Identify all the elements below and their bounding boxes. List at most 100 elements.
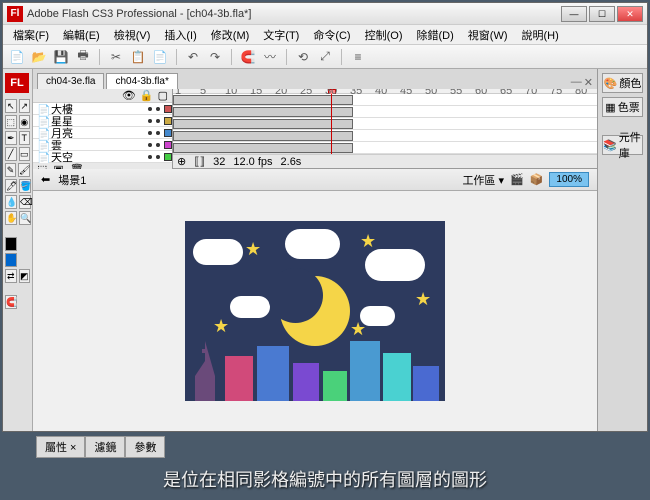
- building: [383, 353, 411, 401]
- menu-help[interactable]: 說明(H): [516, 25, 565, 45]
- onion-range-icon[interactable]: ⟦⟧: [194, 155, 205, 168]
- app-window: Fl Adobe Flash CS3 Professional - [ch04-…: [2, 2, 648, 432]
- tab-minimize-icon[interactable]: —: [571, 76, 582, 89]
- transform-tool[interactable]: ⬚: [5, 115, 17, 129]
- swap-colors-icon[interactable]: ⇄: [5, 269, 17, 283]
- back-icon[interactable]: ⬅: [41, 173, 50, 186]
- palette-icon: 🎨: [604, 77, 618, 90]
- new-icon[interactable]: 📄: [9, 49, 25, 65]
- print-icon[interactable]: 🖶: [75, 49, 91, 65]
- menu-commands[interactable]: 命令(C): [307, 25, 356, 45]
- window-controls: — ☐ ✕: [561, 6, 643, 22]
- bucket-tool[interactable]: 🪣: [19, 179, 31, 193]
- swatches-panel-button[interactable]: ▦色票: [602, 97, 643, 117]
- eraser-tool[interactable]: ⌫: [19, 195, 31, 209]
- workspace-dropdown[interactable]: 工作區 ▾: [462, 172, 504, 188]
- pencil-tool[interactable]: ✎: [5, 163, 16, 177]
- canvas-area[interactable]: ★ ★ ★ ★ ★: [33, 191, 597, 431]
- close-button[interactable]: ✕: [617, 6, 643, 22]
- line-tool[interactable]: ╱: [5, 147, 17, 161]
- library-panel-button[interactable]: 📚元件庫: [602, 135, 643, 155]
- selection-tool[interactable]: ↖: [5, 99, 17, 113]
- paste-icon[interactable]: 📄: [152, 49, 168, 65]
- menu-view[interactable]: 檢視(V): [108, 25, 157, 45]
- layer-color: [164, 141, 172, 149]
- menu-debug[interactable]: 除錯(D): [411, 25, 460, 45]
- scale-icon[interactable]: ⤢: [317, 49, 333, 65]
- ink-tool[interactable]: 🖊: [5, 179, 17, 193]
- color-panel-button[interactable]: 🎨顏色: [602, 73, 643, 93]
- lasso-tool[interactable]: ◉: [19, 115, 31, 129]
- stroke-color[interactable]: [5, 237, 17, 251]
- time-label: 2.6s: [281, 156, 302, 168]
- undo-icon[interactable]: ↶: [185, 49, 201, 65]
- magnet-icon[interactable]: 🧲: [240, 49, 256, 65]
- stage[interactable]: ★ ★ ★ ★ ★: [185, 221, 445, 401]
- frame-track[interactable]: [173, 118, 597, 130]
- hand-tool[interactable]: ✋: [5, 211, 17, 225]
- layer-icon: 📄: [37, 128, 47, 138]
- parameters-tab[interactable]: 參數: [125, 436, 165, 458]
- brush-tool[interactable]: 🖌: [18, 163, 30, 177]
- menu-insert[interactable]: 插入(I): [158, 25, 202, 45]
- menu-text[interactable]: 文字(T): [257, 25, 305, 45]
- layer-icon: 📄: [37, 140, 47, 150]
- menu-window[interactable]: 視窗(W): [462, 25, 514, 45]
- tab-close-icon[interactable]: ✕: [584, 76, 593, 89]
- app-icon: Fl: [7, 6, 23, 22]
- minimize-button[interactable]: —: [561, 6, 587, 22]
- frame-track[interactable]: [173, 142, 597, 154]
- filters-tab[interactable]: 濾鏡: [85, 436, 125, 458]
- properties-tab[interactable]: 屬性 ×: [36, 436, 85, 458]
- fill-color[interactable]: [5, 253, 17, 267]
- current-frame: 32: [213, 156, 225, 168]
- outline-icon[interactable]: ▢: [158, 89, 168, 102]
- layer-row[interactable]: 📄天空: [33, 151, 172, 163]
- onion-icon[interactable]: ⊕: [177, 155, 186, 168]
- maximize-button[interactable]: ☐: [589, 6, 615, 22]
- frame-track[interactable]: [173, 130, 597, 142]
- open-icon[interactable]: 📂: [31, 49, 47, 65]
- window-title: Adobe Flash CS3 Professional - [ch04-3b.…: [27, 8, 561, 20]
- scene-bar: ⬅ 場景1 工作區 ▾ 🎬 📦 100%: [33, 169, 597, 191]
- default-colors-icon[interactable]: ◩: [19, 269, 31, 283]
- pen-tool[interactable]: ✒: [5, 131, 17, 145]
- tab-1[interactable]: ch04-3e.fla: [37, 73, 104, 89]
- playhead-line: [331, 94, 332, 154]
- zoom-tool[interactable]: 🔍: [19, 211, 31, 225]
- scene-icon[interactable]: 🎬: [510, 173, 524, 186]
- save-icon[interactable]: 💾: [53, 49, 69, 65]
- zoom-field[interactable]: 100%: [549, 172, 589, 187]
- menu-control[interactable]: 控制(O): [359, 25, 409, 45]
- snap-icon[interactable]: 🧲: [5, 295, 17, 309]
- symbol-icon[interactable]: 📦: [530, 173, 544, 186]
- layers-panel: 👁 🔒 ▢ 📄大樓📄星星📄月亮📄雲📄天空 ⬚ ▣ 🗑: [33, 89, 173, 168]
- menu-modify[interactable]: 修改(M): [205, 25, 256, 45]
- tab-2[interactable]: ch04-3b.fla*: [106, 73, 177, 89]
- frame-track[interactable]: [173, 94, 597, 106]
- smooth-icon[interactable]: 〰: [262, 49, 278, 65]
- redo-icon[interactable]: ↷: [207, 49, 223, 65]
- star-icon: ★: [213, 316, 229, 337]
- cut-icon[interactable]: ✂: [108, 49, 124, 65]
- copy-icon[interactable]: 📋: [130, 49, 146, 65]
- frame-track[interactable]: [173, 106, 597, 118]
- building: [323, 371, 347, 401]
- eyedropper-tool[interactable]: 💧: [5, 195, 17, 209]
- menu-edit[interactable]: 編輯(E): [57, 25, 106, 45]
- subselect-tool[interactable]: ↗: [19, 99, 31, 113]
- align-icon[interactable]: ≡: [350, 49, 366, 65]
- rotate-icon[interactable]: ⟲: [295, 49, 311, 65]
- building: [225, 356, 253, 401]
- building: [350, 341, 380, 401]
- flash-badge: FL: [5, 73, 29, 93]
- document-tabs: ch04-3e.fla ch04-3b.fla* —✕: [33, 69, 597, 89]
- rect-tool[interactable]: ▭: [19, 147, 31, 161]
- tracks[interactable]: [173, 94, 597, 154]
- layer-color: [164, 153, 172, 161]
- text-tool[interactable]: T: [19, 131, 31, 145]
- layer-color: [164, 105, 172, 113]
- fps-label: 12.0 fps: [233, 156, 272, 168]
- scene-label[interactable]: 場景1: [58, 172, 86, 188]
- menu-file[interactable]: 檔案(F): [7, 25, 55, 45]
